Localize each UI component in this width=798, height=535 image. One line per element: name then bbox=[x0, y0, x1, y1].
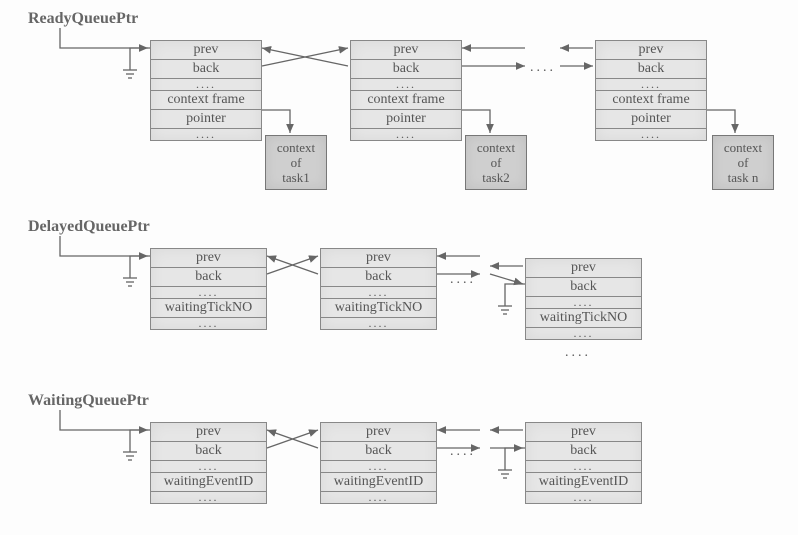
ready-queue-title: ReadyQueuePtr bbox=[28, 10, 138, 28]
prev-field: prev bbox=[151, 423, 266, 442]
prev-field: prev bbox=[321, 423, 436, 442]
dots: .... bbox=[321, 461, 436, 473]
prev-field: prev bbox=[321, 249, 436, 268]
dots: .... bbox=[321, 492, 436, 503]
delayed-node-2: prev back .... waitingTickNO .... bbox=[320, 248, 437, 330]
dots: .... bbox=[596, 79, 706, 91]
dots: .... bbox=[321, 287, 436, 299]
ellipsis: .... bbox=[450, 444, 476, 460]
dots: .... bbox=[526, 328, 641, 339]
prev-field: prev bbox=[596, 41, 706, 60]
dots: .... bbox=[151, 129, 261, 140]
delayed-node-n: prev back .... waitingTickNO .... bbox=[525, 258, 642, 340]
dots: .... bbox=[151, 492, 266, 503]
ready-node-1: prev back .... context frame pointer ...… bbox=[150, 40, 262, 141]
ready-node-n: prev back .... context frame pointer ...… bbox=[595, 40, 707, 141]
waiting-node-2: prev back .... waitingEventID .... bbox=[320, 422, 437, 504]
dots: .... bbox=[596, 129, 706, 140]
context-frame-label: context frame bbox=[596, 91, 706, 110]
prev-field: prev bbox=[151, 41, 261, 60]
waiting-node-n: prev back .... waitingEventID .... bbox=[525, 422, 642, 504]
dots: .... bbox=[351, 129, 461, 140]
prev-field: prev bbox=[151, 249, 266, 268]
dots: .... bbox=[321, 318, 436, 329]
dots: .... bbox=[351, 79, 461, 91]
prev-field: prev bbox=[526, 259, 641, 278]
waiting-queue-title: WaitingQueuePtr bbox=[28, 392, 149, 410]
ellipsis: .... bbox=[450, 272, 476, 288]
ellipsis: .... bbox=[565, 345, 591, 361]
context-box-1: contextoftask1 bbox=[265, 135, 327, 190]
dots: .... bbox=[151, 79, 261, 91]
dots: .... bbox=[526, 461, 641, 473]
dots: .... bbox=[151, 461, 266, 473]
prev-field: prev bbox=[351, 41, 461, 60]
context-box-2: contextoftask2 bbox=[465, 135, 527, 190]
context-frame-label: context frame bbox=[351, 91, 461, 110]
delayed-queue-title: DelayedQueuePtr bbox=[28, 218, 150, 236]
dots: .... bbox=[526, 297, 641, 309]
delayed-node-1: prev back .... waitingTickNO .... bbox=[150, 248, 267, 330]
dots: .... bbox=[151, 287, 266, 299]
ready-node-2: prev back .... context frame pointer ...… bbox=[350, 40, 462, 141]
dots: .... bbox=[526, 492, 641, 503]
context-box-n: contextoftask n bbox=[712, 135, 774, 190]
waiting-node-1: prev back .... waitingEventID .... bbox=[150, 422, 267, 504]
ellipsis: .... bbox=[530, 60, 556, 76]
prev-field: prev bbox=[526, 423, 641, 442]
dots: .... bbox=[151, 318, 266, 329]
context-frame-label: context frame bbox=[151, 91, 261, 110]
